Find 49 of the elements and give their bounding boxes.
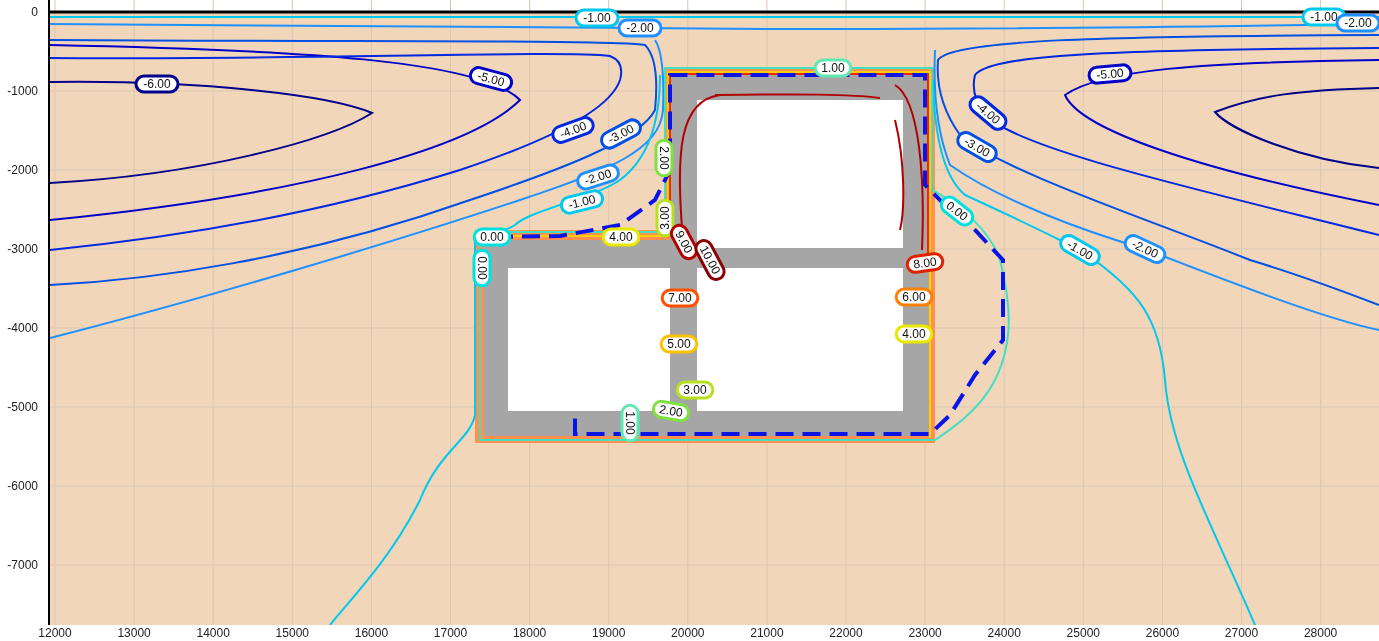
contour-label: -2.00 [617,18,663,38]
contour-label: -2.00 [574,161,622,193]
contour-label: 5.00 [659,334,699,354]
contour-label: -6.00 [134,74,180,94]
contour-label: -4.00 [549,113,597,147]
y-axis-label: -3000 [7,242,38,256]
contour-label: 1.00 [813,58,853,78]
contour-label: 10.00 [691,236,729,284]
x-axis-label: 13000 [117,626,151,640]
contour-label: -3.00 [597,115,645,153]
x-axis-label: 20000 [671,626,705,640]
contour-label: 0.00 [472,248,492,288]
x-axis-label: 27000 [1224,626,1259,640]
x-axis-label: 23000 [908,626,942,640]
contour-label: 2.00 [654,138,674,178]
x-axis-label: 14000 [196,626,230,640]
x-axis-label: 17000 [433,626,468,640]
y-axis-label: -1000 [7,84,38,98]
y-axis-label: -2000 [7,163,38,177]
x-axis-label: 28000 [1303,626,1338,640]
y-axis-label: -4000 [7,321,38,335]
contour-label: 4.00 [601,227,641,247]
x-axis-label: 18000 [512,626,547,640]
contour-label: -3.00 [953,128,1001,166]
contour-label: 7.00 [660,288,700,308]
x-axis-label: 12000 [38,626,72,640]
contour-label: 3.00 [655,198,675,238]
contour-label: 0.00 [472,227,512,247]
contour-label: 1.00 [620,403,640,443]
x-axis-label: 15000 [275,626,309,640]
x-axis-label: 26000 [1145,626,1180,640]
x-axis-label: 21000 [750,626,784,640]
contour-label: 4.00 [894,324,934,344]
y-axis-label: -7000 [7,558,38,572]
contour-label: 6.00 [894,287,934,307]
contour-label: 3.00 [675,380,715,400]
contour-label: -1.00 [574,8,620,28]
y-axis-label: -5000 [7,400,38,414]
contour-label: -2.00 [1121,231,1169,267]
x-axis-label: 22000 [829,626,863,640]
contour-label: -1.00 [558,187,606,217]
y-axis-label: 0 [31,5,38,19]
contour-label: -5.00 [467,64,515,94]
x-axis-label: 16000 [354,626,389,640]
x-axis-label: 25000 [1066,626,1100,640]
contour-label: -1.00 [1056,231,1104,269]
y-axis-label: -6000 [7,479,38,493]
x-axis-label: 24000 [987,626,1021,640]
x-axis-label: 19000 [592,626,626,640]
